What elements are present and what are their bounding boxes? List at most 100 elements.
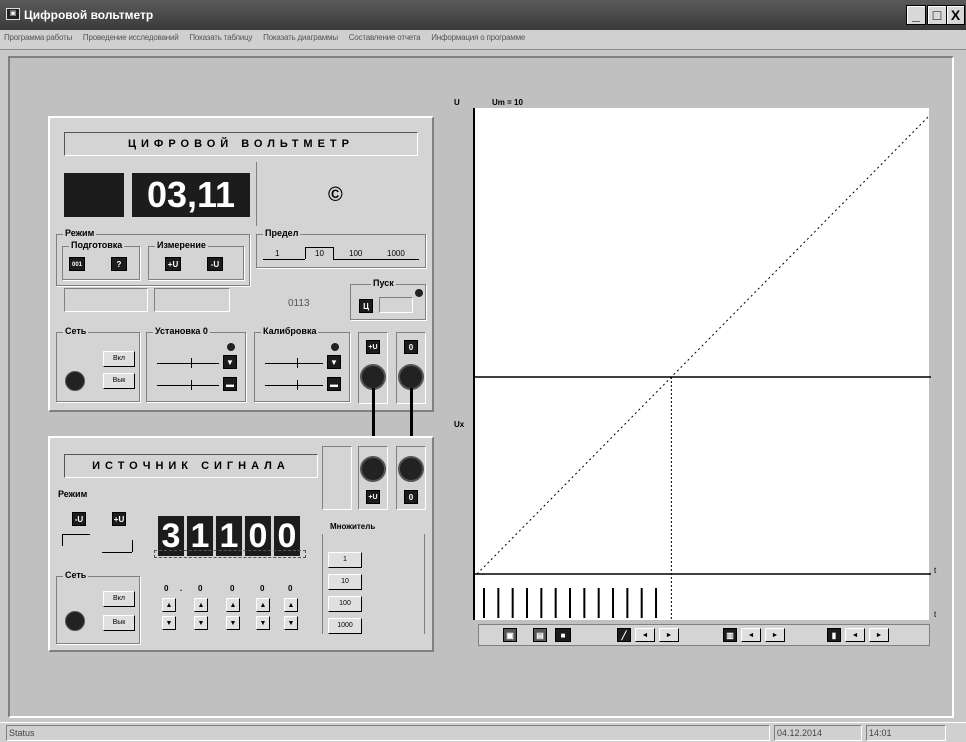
calibration-down-icon[interactable]: ▼ bbox=[327, 355, 341, 369]
limit-group: Предел 1 10 100 1000 bbox=[256, 228, 426, 268]
step-value-1: 0 bbox=[164, 584, 169, 593]
multiplier-label: Множитель bbox=[330, 522, 376, 531]
multiplier-10[interactable]: 10 bbox=[328, 574, 362, 590]
zero-slider-2[interactable] bbox=[157, 380, 219, 390]
measure-minus-button[interactable]: -U bbox=[207, 257, 223, 271]
source-mode-plus[interactable]: +U bbox=[112, 512, 126, 526]
source-jack-zero[interactable] bbox=[398, 456, 424, 482]
display-blank bbox=[64, 173, 124, 217]
calibration-slider-2[interactable] bbox=[265, 380, 323, 390]
mode-line-b bbox=[62, 534, 63, 546]
limit-1000[interactable]: 1000 bbox=[387, 249, 405, 258]
period-right-icon[interactable]: ► bbox=[869, 628, 889, 642]
step-up-2-icon[interactable]: ▲ bbox=[194, 598, 208, 612]
step-up-4-icon[interactable]: ▲ bbox=[256, 598, 270, 612]
limit-line3 bbox=[333, 259, 419, 260]
multiplier-divider-left bbox=[322, 534, 323, 634]
limit-10[interactable]: 10 bbox=[315, 249, 324, 258]
maximize-button[interactable]: □ bbox=[927, 5, 947, 25]
source-power-label: Сеть bbox=[63, 570, 89, 580]
zero-slider-1[interactable] bbox=[157, 358, 219, 368]
jack-plus[interactable] bbox=[360, 364, 386, 390]
step-down-2-icon[interactable]: ▼ bbox=[194, 616, 208, 630]
clear-icon[interactable]: ▣ bbox=[503, 628, 517, 642]
jack-zero[interactable] bbox=[398, 364, 424, 390]
step-value-3: 0 bbox=[230, 584, 235, 593]
step-down-5-icon[interactable]: ▼ bbox=[284, 616, 298, 630]
close-button[interactable]: X bbox=[946, 5, 965, 25]
limit-100[interactable]: 100 bbox=[349, 249, 362, 258]
zero-fine-icon[interactable]: ▬ bbox=[223, 377, 237, 391]
power-on-button[interactable]: Вкл bbox=[103, 351, 135, 367]
zero-led bbox=[227, 343, 235, 351]
source-mode-minus[interactable]: -U bbox=[72, 512, 86, 526]
source-power-on[interactable]: Вкл bbox=[103, 591, 135, 607]
power-off-button[interactable]: Вык bbox=[103, 373, 135, 389]
power-group: Сеть Вкл Вык bbox=[56, 326, 140, 402]
limit-1[interactable]: 1 bbox=[275, 249, 279, 258]
step-up-5-icon[interactable]: ▲ bbox=[284, 598, 298, 612]
multiplier-1[interactable]: 1 bbox=[328, 552, 362, 568]
menu-table[interactable]: Показать таблицу bbox=[185, 30, 256, 42]
step-up-3-icon[interactable]: ▲ bbox=[226, 598, 240, 612]
limit-label: Предел bbox=[263, 228, 301, 238]
multiplier-1000[interactable]: 1000 bbox=[328, 618, 362, 634]
menu-bar: Программа работы Проведение исследований… bbox=[0, 30, 966, 50]
step-value-2: 0 bbox=[198, 584, 203, 593]
limit-step bbox=[305, 247, 306, 259]
step-down-3-icon[interactable]: ▼ bbox=[226, 616, 240, 630]
pulse-bar bbox=[612, 588, 615, 618]
step-down-4-icon[interactable]: ▼ bbox=[256, 616, 270, 630]
step-up-1-icon[interactable]: ▲ bbox=[162, 598, 176, 612]
minimize-button[interactable]: _ bbox=[906, 5, 926, 25]
menu-report[interactable]: Составление отчета bbox=[345, 30, 425, 42]
ramp-series-line bbox=[476, 115, 930, 575]
menu-program[interactable]: Программа работы bbox=[0, 30, 76, 42]
source-power-off[interactable]: Вык bbox=[103, 615, 135, 631]
prep-button-2[interactable]: ? bbox=[111, 257, 127, 271]
period-icon[interactable]: ▮ bbox=[827, 628, 841, 642]
pulse-left-icon[interactable]: ◄ bbox=[741, 628, 761, 642]
start-label: Пуск bbox=[371, 278, 396, 288]
zero-label: Установка 0 bbox=[153, 326, 210, 336]
ramp-right-icon[interactable]: ► bbox=[659, 628, 679, 642]
calibration-slider-1[interactable] bbox=[265, 358, 323, 368]
ramp-icon[interactable]: ╱ bbox=[617, 628, 631, 642]
menu-about[interactable]: Информация о программе bbox=[427, 30, 529, 42]
stop-icon[interactable]: ■ bbox=[555, 628, 571, 642]
pulse-right-icon[interactable]: ► bbox=[765, 628, 785, 642]
period-left-icon[interactable]: ◄ bbox=[845, 628, 865, 642]
zero-group: Установка 0 ▼ ▬ bbox=[146, 326, 246, 402]
step-down-1-icon[interactable]: ▼ bbox=[162, 616, 176, 630]
prep-button-1[interactable]: 001 bbox=[69, 257, 85, 271]
power-knob[interactable] bbox=[65, 371, 85, 391]
app-icon: ▣ bbox=[6, 8, 20, 20]
source-power-knob[interactable] bbox=[65, 611, 85, 631]
multiplier-100[interactable]: 100 bbox=[328, 596, 362, 612]
pulse-bar bbox=[511, 588, 514, 618]
pulse-bar bbox=[483, 588, 485, 618]
pulse-icon[interactable]: ▥ bbox=[723, 628, 737, 642]
axis-u-label: U bbox=[454, 98, 460, 107]
measure-plus-button[interactable]: +U bbox=[165, 257, 181, 271]
pulse-bar bbox=[554, 588, 557, 618]
print-icon[interactable]: ▤ bbox=[533, 628, 547, 642]
prep-label: Подготовка bbox=[69, 240, 125, 250]
mode-line-c bbox=[102, 552, 132, 553]
start-button[interactable]: Ц bbox=[359, 299, 373, 313]
menu-diagrams[interactable]: Показать диаграммы bbox=[259, 30, 342, 42]
pulse-bar bbox=[540, 588, 543, 618]
chart-svg bbox=[475, 115, 931, 620]
title-bar: ▣ Цифровой вольтметр _ □ X bbox=[0, 0, 966, 30]
voltmeter-panel: ЦИФРОВОЙ ВОЛЬТМЕТР 03,11 © Режим Подгото… bbox=[48, 116, 434, 412]
pulse-bar bbox=[626, 588, 629, 618]
menu-research[interactable]: Проведение исследований bbox=[79, 30, 183, 42]
pulse-bar bbox=[655, 588, 658, 618]
pulse-bar bbox=[569, 588, 572, 618]
calibration-fine-icon[interactable]: ▬ bbox=[327, 377, 341, 391]
source-jack-plus[interactable] bbox=[360, 456, 386, 482]
zero-down-icon[interactable]: ▼ bbox=[223, 355, 237, 369]
ramp-left-icon[interactable]: ◄ bbox=[635, 628, 655, 642]
limit-step2 bbox=[333, 247, 334, 259]
source-power-group: Сеть Вкл Вык bbox=[56, 570, 140, 644]
